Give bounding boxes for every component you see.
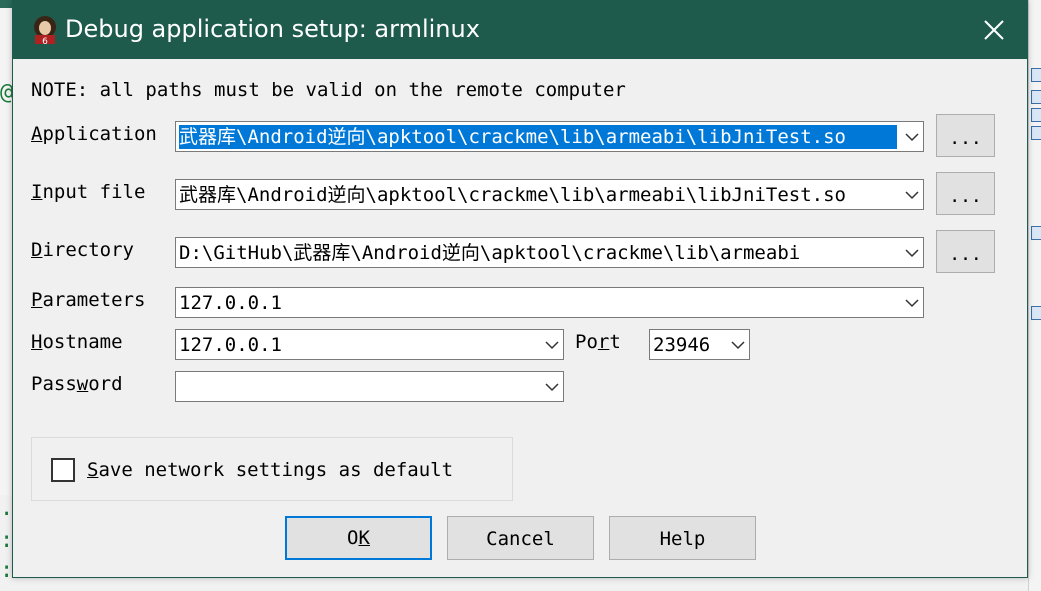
note-text: NOTE: all paths must be valid on the rem… [31,79,626,101]
application-combo[interactable]: 武器库\Android逆向\apktool\crackme\lib\armeab… [175,121,924,152]
cancel-button[interactable]: Cancel [447,516,594,560]
directory-value: D:\GitHub\武器库\Android逆向\apktool\crackme\… [179,242,801,264]
application-value: 武器库\Android逆向\apktool\crackme\lib\armeab… [179,125,897,149]
input-file-value: 武器库\Android逆向\apktool\crackme\lib\armeab… [179,184,846,206]
chevron-down-icon [905,299,919,308]
chevron-down-icon [545,383,559,392]
input-file-browse-button[interactable]: ... [936,172,995,215]
help-button[interactable]: Help [609,516,756,560]
ida-pro-icon: 6 [34,16,56,45]
port-combo[interactable]: 23946 [649,329,750,360]
password-combo[interactable] [175,371,564,402]
chevron-down-icon [905,249,919,258]
debug-setup-dialog: 6 Debug application setup: armlinux NOTE… [12,0,1028,578]
background-ide-right [1028,0,1041,591]
window-title: Debug application setup: armlinux [65,15,480,43]
password-value [179,375,537,399]
parameters-label: Parameters [31,289,146,311]
input-file-combo[interactable]: 武器库\Android逆向\apktool\crackme\lib\armeab… [175,179,924,210]
close-icon [984,20,1004,40]
directory-label: Directory [31,239,134,261]
hostname-combo[interactable]: 127.0.0.1 [175,329,564,360]
directory-browse-button[interactable]: ... [936,230,995,273]
background-icon [1031,90,1041,104]
chevron-down-icon [545,341,559,350]
application-browse-button[interactable]: ... [936,114,995,157]
ok-button[interactable]: OK [285,516,432,560]
input-file-label: Input file [31,181,146,203]
title-bar[interactable]: 6 Debug application setup: armlinux [13,1,1027,59]
chevron-down-icon [905,133,919,142]
svg-text:6: 6 [42,37,48,45]
port-value: 23946 [653,334,711,356]
parameters-value: 127.0.0.1 [179,292,282,314]
background-icon [1031,226,1041,240]
close-button[interactable] [961,1,1027,59]
parameters-combo[interactable]: 127.0.0.1 [175,287,924,318]
password-label: Password [31,373,123,395]
port-label: Port [575,331,621,353]
chevron-down-icon [905,191,919,200]
background-icon [1031,126,1041,140]
hostname-value: 127.0.0.1 [179,334,282,356]
background-icon [1031,68,1041,82]
directory-combo[interactable]: D:\GitHub\武器库\Android逆向\apktool\crackme\… [175,237,924,268]
application-label: Application [31,123,157,145]
hostname-label: Hostname [31,331,123,353]
save-network-label[interactable]: Save network settings as default [87,459,453,481]
chevron-down-icon [731,341,745,350]
background-icon [1031,108,1041,122]
save-network-checkbox[interactable] [51,458,75,482]
background-icon [1031,306,1041,320]
